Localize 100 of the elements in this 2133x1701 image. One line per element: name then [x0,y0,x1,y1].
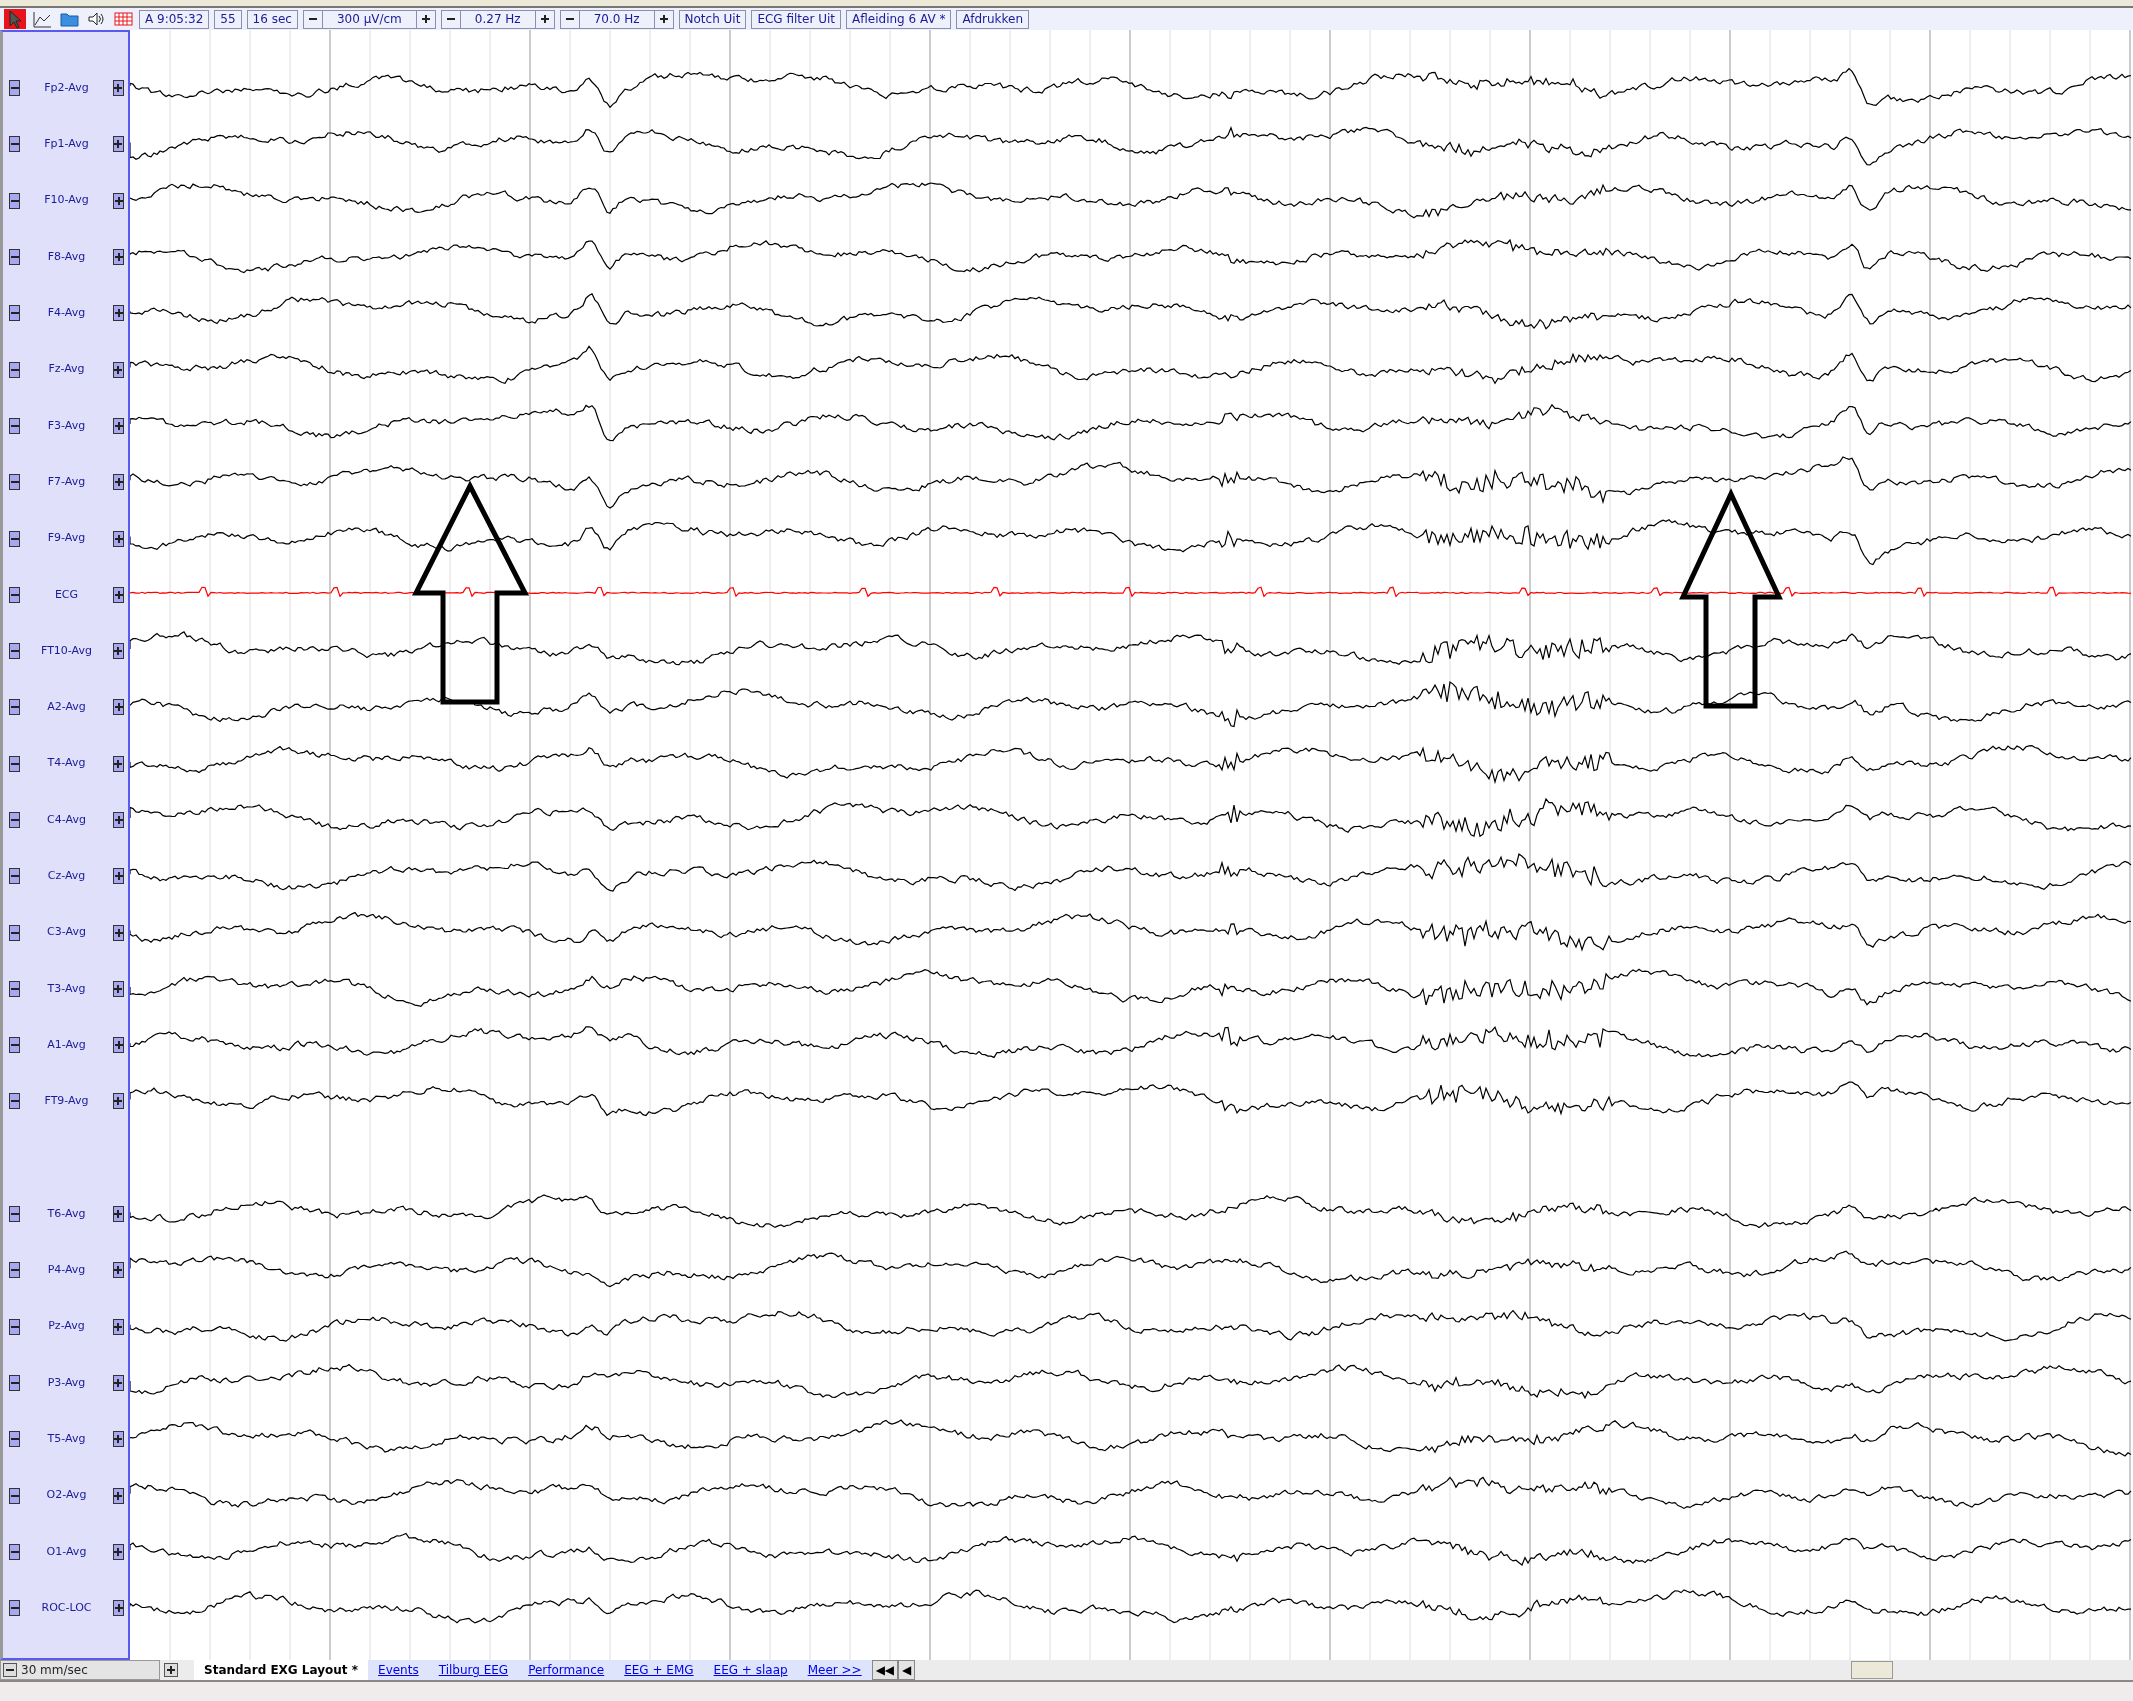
plus-icon [114,1097,123,1106]
increase-button[interactable] [113,417,124,434]
plus-icon [540,15,549,23]
minus-icon [10,537,19,540]
increase-button[interactable] [113,924,124,941]
increase-button[interactable] [113,1600,124,1617]
decrease-button[interactable] [3,1663,17,1677]
toolbar-button[interactable]: ECG filter Uit [751,9,842,29]
channel-label: F7-Avg [47,473,86,490]
minus-icon [10,762,19,765]
increase-button[interactable] [113,812,124,828]
decrease-button[interactable] [9,1487,20,1504]
plus-icon [114,1491,123,1500]
increase-button[interactable] [113,249,124,266]
increase-button[interactable] [113,474,124,491]
increase-button[interactable] [113,136,124,153]
plus-icon [114,1266,123,1275]
increase-button[interactable] [113,1206,124,1223]
decrease-button[interactable] [9,1093,20,1110]
plus-icon [167,1666,175,1674]
plus-icon [114,647,123,656]
decrease-button[interactable] [9,417,20,434]
decrease-button[interactable] [9,755,20,772]
increase-button[interactable] [113,361,124,378]
decrease-button[interactable] [9,924,20,941]
channel-label: F8-Avg [47,248,86,265]
decrease-button[interactable] [9,643,20,660]
minus-icon [10,875,19,878]
decrease-button[interactable] [9,361,20,378]
increase-button[interactable] [113,980,124,997]
increase-button[interactable] [113,192,124,209]
plus-icon [114,816,123,824]
channel-label: P4-Avg [47,1262,86,1279]
decrease-button[interactable] [9,305,20,322]
toolbar-button[interactable]: Afleiding 6 AV * [846,9,952,29]
decrease-button[interactable] [9,192,20,209]
nav-button[interactable]: ◀◀ [871,1660,899,1680]
value-field[interactable]: A 9:05:32 [139,9,210,29]
speed-field[interactable]: 30 mm/sec [0,1660,160,1680]
channel-label: P3-Avg [47,1374,86,1391]
layout-tab[interactable]: EEG + slaap [703,1660,798,1680]
increase-button[interactable] [113,1487,124,1504]
decrease-button[interactable] [9,136,20,153]
decrease-button[interactable] [9,474,20,491]
layout-tab[interactable]: Tilburg EEG [428,1660,519,1680]
nav-button[interactable]: ◀ [898,1660,916,1680]
minus-icon [6,1669,14,1671]
increase-button[interactable] [113,1318,124,1335]
increase-button[interactable] [113,305,124,322]
decrease-button[interactable] [9,1318,20,1335]
value-field[interactable]: 16 sec [246,9,298,29]
decrease-button[interactable] [9,1600,20,1617]
increase-button[interactable] [113,586,124,603]
layout-tab[interactable]: Meer >> [797,1660,872,1680]
increase-button[interactable] [113,868,124,885]
tool-button[interactable] [31,9,53,29]
increase-button[interactable] [113,699,124,716]
layout-tab[interactable]: Standard EXG Layout * [194,1660,369,1680]
increase-button[interactable] [113,1037,124,1054]
layout-tab[interactable]: EEG + EMG [614,1660,704,1680]
increase-button[interactable] [113,643,124,660]
decrease-button[interactable] [9,699,20,716]
minus-icon [308,18,317,20]
toolbar-button[interactable]: Notch Uit [678,9,747,29]
minus-icon [10,1438,19,1441]
increase-button[interactable] [113,1431,124,1448]
minus-icon [446,18,455,20]
decrease-button[interactable] [9,80,20,97]
decrease-button[interactable] [9,586,20,603]
add-button[interactable] [164,1663,178,1677]
increase-button[interactable] [113,1374,124,1391]
channel-label: Fz-Avg [48,361,85,378]
plus-icon [114,253,123,262]
decrease-button[interactable] [9,1431,20,1448]
minus-icon [10,143,19,146]
increase-button[interactable] [113,1093,124,1110]
decrease-button[interactable] [9,1374,20,1391]
decrease-button[interactable] [9,1543,20,1560]
layout-tab[interactable]: Performance [518,1660,615,1680]
minus-icon [10,368,19,371]
increase-button[interactable] [113,1262,124,1279]
value-field[interactable]: 55 [214,9,242,29]
channel-label: C4-Avg [47,811,86,828]
decrease-button[interactable] [9,249,20,266]
decrease-button[interactable] [9,868,20,885]
decrease-button[interactable] [9,1037,20,1054]
decrease-button[interactable] [9,980,20,997]
plus-icon [114,759,123,768]
increase-button[interactable] [113,80,124,97]
toolbar-button[interactable]: Afdrukken [956,9,1030,29]
decrease-button[interactable] [9,1206,20,1223]
decrease-button[interactable] [9,530,20,547]
scrollbar-thumb[interactable] [1851,1661,1893,1679]
increase-button[interactable] [113,1543,124,1560]
minus-icon [10,1269,19,1272]
layout-tab[interactable]: Events [368,1660,429,1680]
decrease-button[interactable] [9,812,20,828]
increase-button[interactable] [113,755,124,772]
increase-button[interactable] [113,530,124,547]
decrease-button[interactable] [9,1262,20,1279]
